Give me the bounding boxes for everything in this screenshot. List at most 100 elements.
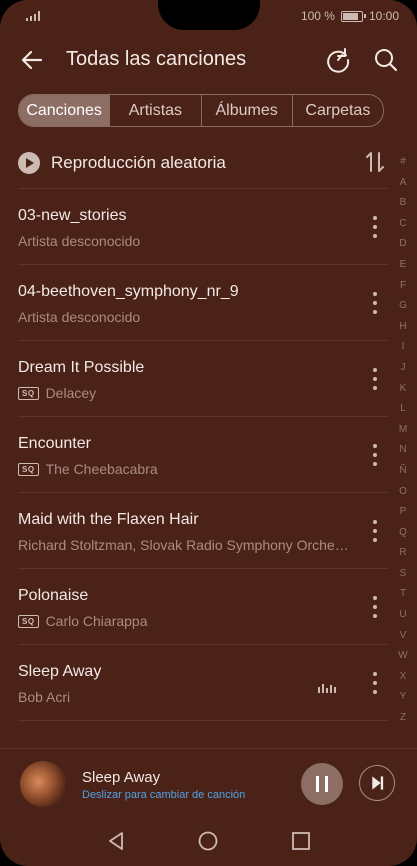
index-letter[interactable]: G [392,296,414,317]
back-arrow-icon[interactable] [18,46,46,74]
song-row[interactable]: Maid with the Flaxen Hair Richard Stoltzm… [18,492,388,568]
song-title: Encounter [18,435,91,452]
index-letter[interactable]: U [392,605,414,626]
more-options-icon[interactable] [371,292,379,314]
index-letter[interactable]: W [392,646,414,667]
index-letter[interactable]: J [392,358,414,379]
sq-quality-badge: SQ [18,614,39,628]
index-letter[interactable]: E [392,255,414,276]
song-artist: Artista desconocido [18,233,141,249]
index-letter[interactable]: Y [392,687,414,708]
index-letter[interactable]: C [392,214,414,235]
index-letter[interactable]: D [392,234,414,255]
nav-recents-icon[interactable] [290,830,312,852]
next-track-button[interactable] [359,765,395,801]
song-title: Polonaise [18,587,89,604]
nav-back-icon[interactable] [105,830,127,852]
song-artist: Bob Acri [18,689,71,705]
song-list: 03-new_stories Artista desconocido 04-beet… [18,188,388,721]
index-letter[interactable]: R [392,543,414,564]
song-title: Maid with the Flaxen Hair [18,511,199,528]
playing-equalizer-icon [318,683,336,693]
alphabet-index[interactable]: # A B C D E F G H I J K L M N Ñ O P Q R S T U V W X Y Z [392,152,414,729]
index-letter[interactable]: L [392,399,414,420]
battery-icon [340,10,366,22]
index-letter[interactable]: K [392,379,414,400]
sq-quality-badge: SQ [18,462,39,476]
song-artist: Richard Stoltzman, Slovak Radio Symphony… [18,537,349,553]
sq-quality-badge: SQ [18,386,39,400]
song-title: 03-new_stories [18,207,127,224]
tab-artistas[interactable]: Artistas [110,95,202,126]
song-subtitle: Artista desconocido [18,309,363,325]
song-artist: Artista desconocido [18,309,141,325]
tab-albumes[interactable]: Álbumes [202,95,293,126]
more-options-icon[interactable] [371,520,379,542]
index-letter[interactable]: Ñ [392,461,414,482]
song-title: Sleep Away [18,663,102,680]
index-letter[interactable]: X [392,667,414,688]
more-options-icon[interactable] [371,672,379,694]
song-subtitle: SQ Carlo Chiarappa [18,613,363,629]
battery-percent: 100 % [300,9,335,23]
more-options-icon[interactable] [371,596,379,618]
sort-icon[interactable] [364,150,386,174]
play-circle-icon [18,152,40,174]
index-letter[interactable]: Z [392,708,414,729]
tab-carpetas[interactable]: Carpetas [293,95,383,126]
index-letter[interactable]: B [392,193,414,214]
index-letter[interactable]: V [392,626,414,647]
song-row[interactable]: 03-new_stories Artista desconocido [18,188,388,264]
list-divider [18,720,388,721]
more-options-icon[interactable] [371,368,379,390]
index-letter[interactable]: H [392,317,414,338]
shuffle-label: Reproducción aleatoria [51,153,226,172]
song-row[interactable]: Dream It Possible SQ Delacey [18,340,388,416]
index-letter[interactable]: # [392,152,414,173]
mini-player[interactable]: Sleep Away Deslizar para cambiar de canc… [0,748,417,819]
song-row[interactable]: Sleep Away Bob Acri [18,644,388,720]
song-artist: Carlo Chiarappa [45,613,148,629]
index-letter[interactable]: M [392,420,414,441]
song-title: 04-beethoven_symphony_nr_9 [18,283,239,300]
index-letter[interactable]: I [392,337,414,358]
album-art[interactable] [20,761,66,807]
index-letter[interactable]: Q [392,523,414,544]
index-letter[interactable]: T [392,584,414,605]
camera-notch [158,0,260,30]
song-subtitle: SQ The Cheebacabra [18,461,363,477]
page-title: Todas las canciones [66,48,247,70]
more-options-icon[interactable] [371,444,379,466]
index-letter[interactable]: O [392,482,414,503]
song-artist: The Cheebacabra [45,461,158,477]
tab-bar: Canciones Artistas Álbumes Carpetas [18,94,384,127]
signal-icon [26,11,40,21]
system-nav-bar [0,818,417,866]
index-letter[interactable]: S [392,564,414,585]
search-icon[interactable] [372,46,400,74]
song-row[interactable]: Polonaise SQ Carlo Chiarappa [18,568,388,644]
now-playing-hint: Deslizar para cambiar de canción [82,789,246,801]
index-letter[interactable]: F [392,276,414,297]
song-title: Dream It Possible [18,359,145,376]
nav-home-icon[interactable] [197,830,219,852]
song-artist: Delacey [45,385,97,401]
song-subtitle: SQ Delacey [18,385,363,401]
pause-button[interactable] [301,763,343,805]
song-row[interactable]: Encounter SQ The Cheebacabra [18,416,388,492]
index-letter[interactable]: A [392,173,414,194]
song-subtitle: Bob Acri [18,689,363,705]
tab-canciones[interactable]: Canciones [19,95,111,126]
clock: 10:00 [368,9,399,23]
index-letter[interactable]: N [392,440,414,461]
shuffle-play-button[interactable]: Reproducción aleatoria [18,148,388,178]
song-subtitle: Richard Stoltzman, Slovak Radio Symphony… [18,537,363,553]
now-playing-title: Sleep Away [82,769,161,786]
song-subtitle: Artista desconocido [18,233,363,249]
index-letter[interactable]: P [392,502,414,523]
more-options-icon[interactable] [371,216,379,238]
refresh-scan-icon[interactable] [324,46,352,74]
song-row[interactable]: 04-beethoven_symphony_nr_9 Artista descon… [18,264,388,340]
app-header: Todas las canciones [0,38,417,82]
screen: 100 % 10:00 Todas las canciones Cancione… [0,0,417,866]
